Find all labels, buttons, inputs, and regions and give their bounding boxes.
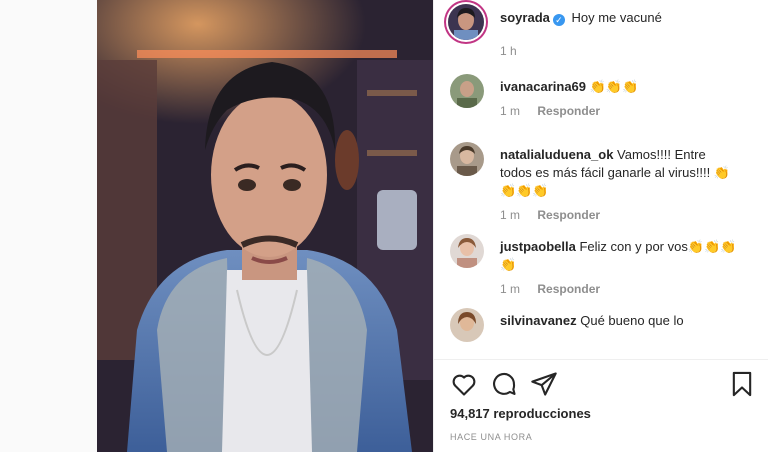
comments-list: ivanacarina69 👏👏👏 1 m Responder natalial… — [448, 74, 760, 358]
avatar-image — [450, 308, 484, 342]
post-header: soyrada ✓ Hoy me vacuné 1 h — [448, 4, 760, 62]
avatar-image — [450, 142, 484, 176]
comment-item: natalialuduena_ok Vamos!!!! Entre todos … — [448, 142, 760, 222]
reply-button[interactable]: Responder — [537, 282, 600, 296]
avatar-image — [448, 4, 484, 40]
avatar[interactable] — [450, 74, 484, 108]
post-actions: 94,817 reproducciones HACE UNA HORA — [434, 359, 768, 452]
comment-body: Qué bueno que lo — [580, 313, 684, 328]
comment-text: natalialuduena_ok Vamos!!!! Entre todos … — [500, 142, 760, 200]
heart-icon[interactable] — [450, 370, 478, 398]
post-username[interactable]: soyrada — [500, 10, 550, 25]
comment-body: Feliz con y por vos — [579, 239, 688, 254]
avatar[interactable] — [450, 308, 484, 342]
reply-button[interactable]: Responder — [537, 104, 600, 118]
post-timestamp: HACE UNA HORA — [450, 432, 533, 442]
comment-meta: 1 m Responder — [500, 208, 760, 222]
avatar[interactable] — [450, 234, 484, 268]
comment-username[interactable]: justpaobella — [500, 239, 576, 254]
comment-username[interactable]: natalialuduena_ok — [500, 147, 613, 162]
avatar-image — [450, 234, 484, 268]
comment-time: 1 m — [500, 104, 521, 118]
video-player[interactable] — [97, 0, 433, 452]
verified-icon: ✓ — [552, 14, 565, 26]
comment-username[interactable]: silvinavanez — [500, 313, 577, 328]
comment-time: 1 m — [500, 282, 521, 296]
avatar-image — [450, 74, 484, 108]
comment-text: ivanacarina69 👏👏👏 — [500, 74, 760, 96]
post-panel: soyrada ✓ Hoy me vacuné 1 h ivanacarina69… — [433, 0, 768, 452]
comment-item: silvinavanez Qué bueno que lo — [448, 308, 760, 358]
views-count: 94,817 reproducciones — [450, 406, 591, 421]
post-time: 1 h — [500, 44, 517, 58]
action-icons — [448, 370, 756, 398]
comment-username[interactable]: ivanacarina69 — [500, 79, 586, 94]
bookmark-icon[interactable] — [728, 370, 756, 398]
video-frame — [97, 0, 433, 452]
comment-item: ivanacarina69 👏👏👏 1 m Responder — [448, 74, 760, 130]
caption-text: Hoy me vacuné — [571, 10, 662, 25]
post-caption: soyrada ✓ Hoy me vacuné — [500, 10, 662, 26]
comment-time: 1 m — [500, 208, 521, 222]
avatar[interactable] — [450, 142, 484, 176]
comment-icon[interactable] — [490, 370, 518, 398]
comment-meta: 1 m Responder — [500, 104, 760, 118]
reply-button[interactable]: Responder — [537, 208, 600, 222]
comment-text: silvinavanez Qué bueno que lo — [500, 308, 760, 330]
comment-text: justpaobella Feliz con y por vos👏👏👏👏 — [500, 234, 760, 274]
clap-emoji: 👏👏👏 — [589, 79, 639, 94]
comment-item: justpaobella Feliz con y por vos👏👏👏👏 1 m… — [448, 234, 760, 296]
comment-meta: 1 m Responder — [500, 282, 760, 296]
avatar[interactable] — [448, 4, 484, 40]
share-icon[interactable] — [530, 370, 558, 398]
